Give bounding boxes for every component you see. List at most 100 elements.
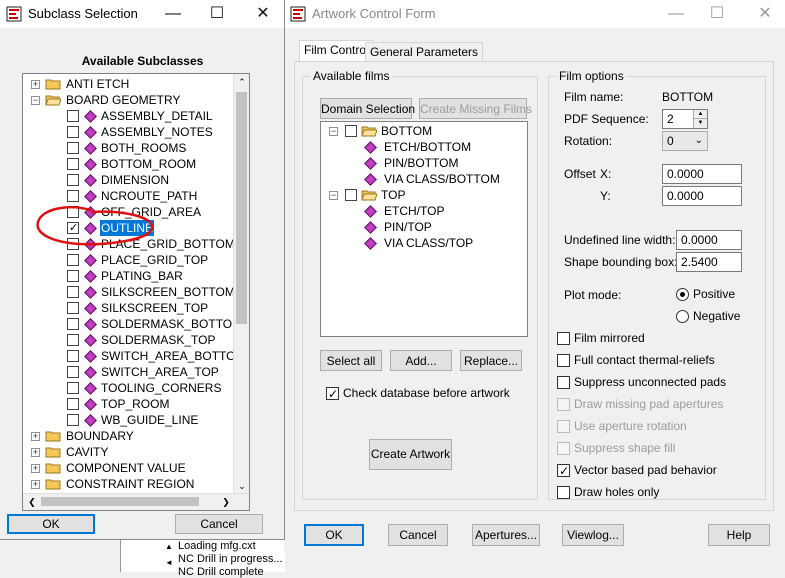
tree-node[interactable]: ETCH/TOP — [321, 203, 521, 219]
tab-general-parameters[interactable]: General Parameters — [365, 42, 484, 62]
positive-radio[interactable] — [676, 288, 689, 302]
minimize-icon[interactable]: — — [160, 3, 186, 25]
tree-folder[interactable]: − BOARD GEOMETRY — [23, 92, 233, 108]
subclass-checkbox[interactable] — [67, 366, 79, 378]
close-icon[interactable]: ✕ — [752, 3, 778, 25]
tree-item[interactable]: ASSEMBLY_NOTES — [23, 124, 233, 140]
subclass-checkbox[interactable] — [67, 382, 79, 394]
expand-icon[interactable]: + — [31, 80, 40, 89]
tree-node[interactable]: − TOP — [321, 187, 521, 203]
tree-folder[interactable]: + CAVITY — [23, 444, 233, 460]
vector-based-pad-checkbox[interactable] — [557, 462, 570, 480]
plot-mode-positive[interactable]: Positive — [676, 285, 735, 303]
pdf-sequence-value[interactable]: 2 — [667, 112, 674, 126]
scroll-thumb-horizontal[interactable] — [41, 497, 199, 506]
replace-button[interactable]: Replace... — [460, 350, 522, 371]
add-button[interactable]: Add... — [390, 350, 452, 371]
select-all-button[interactable]: Select all — [320, 350, 382, 371]
scroll-up-icon[interactable]: ⌃ — [234, 74, 249, 90]
tree-item[interactable]: SILKSCREEN_BOTTOM — [23, 284, 235, 300]
vertical-scrollbar[interactable]: ⌃ ⌄ — [233, 74, 249, 494]
check-database-option[interactable]: Check database before artwork — [326, 384, 510, 403]
tree-node[interactable]: − BOTTOM — [321, 123, 521, 139]
subclass-checkbox[interactable] — [67, 126, 79, 138]
tree-node[interactable]: PIN/BOTTOM — [321, 155, 521, 171]
subclass-checkbox[interactable] — [67, 110, 79, 122]
film-mirrored-option[interactable]: Film mirrored — [557, 329, 645, 347]
ok-button[interactable]: OK — [304, 524, 364, 546]
collapse-icon[interactable]: − — [31, 96, 40, 105]
spin-up-icon[interactable]: ▲ — [693, 110, 707, 119]
tree-node[interactable]: PIN/TOP — [321, 219, 521, 235]
check-database-checkbox[interactable] — [326, 385, 339, 403]
tree-node[interactable]: ETCH/BOTTOM — [321, 139, 521, 155]
cancel-button[interactable]: Cancel — [388, 524, 448, 546]
subclass-checkbox[interactable] — [67, 158, 79, 170]
create-missing-films-button[interactable]: Create Missing Films — [419, 98, 532, 119]
tree-folder[interactable]: + ANTI ETCH — [23, 76, 233, 92]
subclass-cancel-button[interactable]: Cancel — [175, 514, 263, 534]
tree-item[interactable]: BOTTOM_ROOM — [23, 156, 233, 172]
expand-icon[interactable]: + — [31, 464, 40, 473]
suppress-unconnected-checkbox[interactable] — [557, 376, 570, 390]
full-contact-checkbox[interactable] — [557, 354, 570, 368]
viewlog-button[interactable]: Viewlog... — [562, 524, 624, 546]
subclass-checkbox[interactable] — [67, 142, 79, 154]
tree-item[interactable]: TOOLING_CORNERS — [23, 380, 233, 396]
tree-node[interactable]: VIA CLASS/BOTTOM — [321, 171, 521, 187]
subclass-checkbox[interactable] — [67, 254, 79, 266]
rotation-select[interactable]: 0 ⌄ — [662, 131, 708, 151]
subclass-checkbox[interactable] — [67, 414, 79, 426]
subclass-checkbox[interactable] — [67, 286, 79, 298]
subclass-checkbox[interactable] — [67, 334, 79, 346]
tree-folder[interactable]: + BOUNDARY — [23, 428, 233, 444]
tree-item[interactable]: PLATING_BAR — [23, 268, 233, 284]
tree-folder[interactable]: + COMPONENT VALUE — [23, 460, 233, 476]
tree-item[interactable]: ASSEMBLY_DETAIL — [23, 108, 233, 124]
negative-radio[interactable] — [676, 310, 689, 324]
scroll-thumb[interactable] — [236, 92, 247, 324]
scroll-down-icon[interactable]: ⌄ — [234, 478, 249, 494]
tree-item[interactable]: BOTH_ROOMS — [23, 140, 233, 156]
minimize-icon[interactable]: — — [663, 3, 689, 25]
tree-item[interactable]: SILKSCREEN_TOP — [23, 300, 233, 316]
expand-icon[interactable]: + — [31, 480, 40, 489]
subclass-checkbox[interactable] — [67, 302, 79, 314]
horizontal-scrollbar[interactable]: ❮ ❯ — [23, 493, 249, 510]
scroll-left-icon[interactable]: ❮ — [25, 495, 39, 509]
tree-item[interactable]: SOLDERMASK_TOP — [23, 332, 233, 348]
subclass-ok-button[interactable]: OK — [7, 514, 95, 534]
plot-mode-negative[interactable]: Negative — [676, 307, 740, 325]
tree-item[interactable]: DIMENSION — [23, 172, 233, 188]
subclass-checkbox[interactable] — [67, 190, 79, 202]
collapse-icon[interactable]: − — [329, 191, 338, 200]
subclass-checkbox[interactable] — [67, 318, 79, 330]
pdf-sequence-stepper[interactable]: 2 ▲ ▼ — [662, 109, 708, 129]
suppress-unconnected-option[interactable]: Suppress unconnected pads — [557, 373, 726, 391]
close-icon[interactable]: ✕ — [250, 3, 276, 25]
tree-item[interactable]: SWITCH_AREA_BOTTOM — [23, 348, 245, 364]
vector-based-pad-option[interactable]: Vector based pad behavior — [557, 461, 717, 480]
tree-folder[interactable]: + CONSTRAINT REGION — [23, 476, 233, 492]
full-contact-option[interactable]: Full contact thermal-reliefs — [557, 351, 715, 369]
maximize-icon[interactable]: ☐ — [704, 3, 730, 25]
log-scroll-up-icon[interactable]: ▲ — [163, 542, 175, 554]
undefined-line-width-field[interactable]: 0.0000 — [676, 230, 742, 250]
log-scroll-down-icon[interactable]: ◄ — [163, 558, 175, 570]
subclass-checkbox[interactable] — [67, 270, 79, 282]
maximize-icon[interactable]: ☐ — [204, 3, 230, 25]
draw-holes-only-checkbox[interactable] — [557, 486, 570, 500]
tab-film-control[interactable]: Film Control — [299, 40, 374, 62]
tree-item[interactable]: WB_GUIDE_LINE — [23, 412, 233, 428]
tree-item[interactable]: SWITCH_AREA_TOP — [23, 364, 233, 380]
tree-checkbox[interactable] — [345, 189, 357, 201]
scroll-right-icon[interactable]: ❯ — [219, 495, 233, 509]
subclass-checkbox[interactable] — [67, 350, 79, 362]
expand-icon[interactable]: + — [31, 432, 40, 441]
domain-selection-button[interactable]: Domain Selection — [320, 98, 415, 119]
expand-icon[interactable]: + — [31, 448, 40, 457]
subclass-checkbox[interactable] — [67, 398, 79, 410]
shape-bounding-box-field[interactable]: 2.5400 — [676, 252, 742, 272]
create-artwork-button[interactable]: Create Artwork — [369, 439, 452, 470]
draw-holes-only-option[interactable]: Draw holes only — [557, 483, 659, 501]
